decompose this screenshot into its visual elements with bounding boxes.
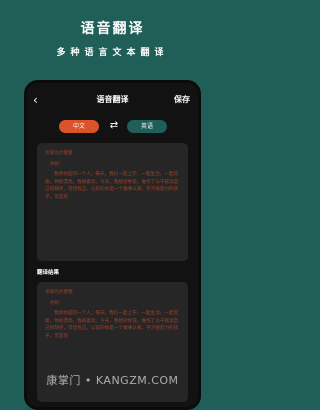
watermark: 康掌门 • KANGZM.COM	[46, 374, 179, 387]
phone-frame: ‹ 语音翻译 保存 中文 ⇄ 英语 亲爱的大猩猩 你好： 我和你是同一个人。每天…	[24, 80, 201, 410]
promo-title: 语音翻译	[80, 21, 145, 37]
input-body: 我和你是同一个人。每天，我们一起上学，一起生活，一起玩耍。你很漂亮。我很喜欢。今…	[45, 172, 179, 200]
promo-subtitle: 多种语言文本翻译	[56, 48, 169, 58]
input-text-area[interactable]: 亲爱的大猩猩 你好： 我和你是同一个人。每天，我们一起上学，一起生活，一起玩耍。…	[37, 143, 188, 261]
page-title: 语音翻译	[96, 95, 129, 104]
output-title: 亲爱的大猩猩	[45, 290, 73, 295]
input-title: 亲爱的大猩猩	[45, 151, 73, 156]
output-body: 我和你是同一个人。每天，我们一起上学，一起生活，一起玩耍。你很漂亮。我很喜欢。今…	[45, 311, 179, 339]
output-greeting: 你好：	[50, 300, 64, 306]
result-label: 翻译结果	[37, 270, 60, 276]
language-selector: 中文 ⇄ 英语	[27, 120, 198, 134]
swap-arrows-icon[interactable]: ⇄	[107, 119, 121, 133]
input-greeting: 你好：	[50, 161, 64, 167]
target-language-button[interactable]: 英语	[127, 120, 167, 133]
nav-bar: ‹ 语音翻译 保存	[27, 91, 198, 109]
save-button[interactable]: 保存	[174, 94, 190, 105]
source-language-button[interactable]: 中文	[59, 120, 99, 133]
